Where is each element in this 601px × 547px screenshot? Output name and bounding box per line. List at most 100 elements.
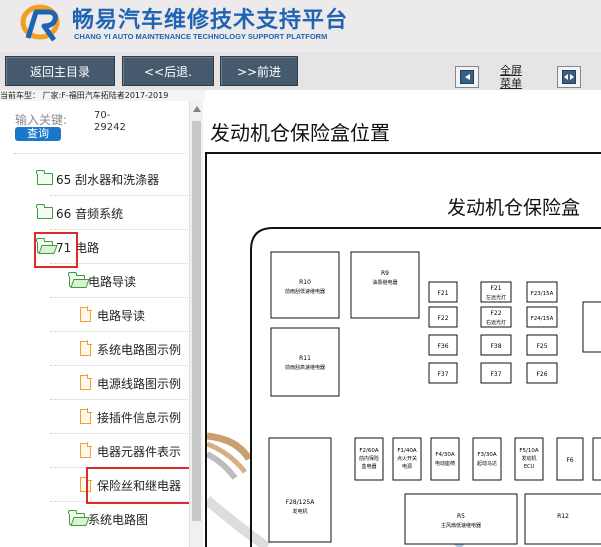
fuse-f37b-label: F37	[490, 371, 501, 378]
fuse-row-medium: F2/60A 前内保险 盒电器 F1/40A 点火开关 电源 F4/30A 电动…	[354, 437, 601, 481]
tree-item-label: 保险丝和继电器	[97, 479, 182, 493]
fuse-f4-label: F4/30A	[435, 452, 455, 458]
tree-item-system-diagram-example[interactable]: 系统电路图示例	[0, 332, 190, 366]
back-button[interactable]: <<后退.	[122, 56, 214, 86]
tree-item-65-wiper[interactable]: 65 刮水器和洗涤器	[0, 162, 190, 196]
document-icon	[80, 476, 92, 492]
fuse-f21-label: F21	[490, 285, 501, 292]
search-button[interactable]: 查询	[15, 127, 61, 141]
fuse-f37-label: F37	[437, 371, 448, 378]
tree-item-power-diagram-example[interactable]: 电源线路图示例	[0, 366, 190, 400]
fuse-f38-label: F38	[490, 343, 501, 350]
sidebar-scrollbar[interactable]	[189, 101, 203, 547]
fuse-f23-label: F23/15A	[531, 291, 554, 297]
sidebar: 输入关键: 70- 29242 查询 65 刮水器和洗涤器 66 音频系统 71…	[0, 101, 203, 547]
fuse-f24-label: F24/15A	[531, 316, 554, 322]
tree-item-label: 电路导读	[88, 275, 137, 289]
fuse-f1-desc1: 点火开关	[397, 455, 417, 462]
fuse-f3-label: F3/30A	[477, 452, 497, 458]
keyword-label: 输入关键:	[15, 113, 68, 127]
tree-item-label: 系统电路图示例	[97, 343, 182, 357]
relay-r9-label: R9	[381, 270, 389, 277]
expand-both-icon[interactable]	[557, 66, 581, 88]
document-icon	[80, 340, 92, 356]
fuse-f26-label: F26	[536, 371, 547, 378]
fuse-f28: F28/125A 发电机	[268, 437, 332, 543]
relay-r10-desc: 前雨刮低速继电器	[285, 288, 325, 295]
toolbar: 返回主目录 <<后退. >>前进 全屏 菜单	[0, 52, 601, 90]
folder-icon	[36, 170, 53, 185]
keyword-input[interactable]: 70- 29242	[94, 110, 126, 134]
tree-item-circuit-guide-folder[interactable]: 电路导读	[0, 264, 190, 298]
fuse-f5-label: F5/10A	[519, 448, 539, 454]
fuse-f6-label: F6	[566, 457, 573, 464]
relay-r10: R10 前雨刮低速继电器	[270, 251, 340, 319]
document-icon	[80, 408, 92, 424]
relay-r10-label: R10	[299, 279, 311, 286]
fullscreen-menu-link[interactable]: 全屏 菜单	[500, 64, 522, 90]
tree-item-label: 系统电路图	[88, 513, 149, 527]
tree-item-66-audio[interactable]: 66 音频系统	[0, 196, 190, 230]
fuse-f1-label: F1/40A	[397, 448, 417, 454]
fuse-f3-desc: 起动马达	[477, 460, 497, 467]
fuse-f22-label: F22	[490, 310, 501, 317]
home-button[interactable]: 返回主目录	[5, 56, 115, 86]
r-swoosh-logo-icon	[20, 4, 60, 42]
relay-r12-label: R12	[557, 513, 569, 520]
fuse-f28-desc: 发电机	[292, 508, 307, 515]
fuse-f22-a-label: F22	[437, 315, 448, 322]
relay-r5-desc: 主风扇低速继电器	[441, 522, 481, 529]
app-title: 畅易汽车维修技术支持平台	[72, 8, 349, 33]
folder-open-icon	[68, 272, 85, 287]
fuse-f2-label: F2/60A	[359, 448, 379, 454]
page-title: 发动机仓保险盒位置	[210, 121, 390, 145]
fuse-grid: F21 F22 F36 F37 F21 左远光灯 F22 右远光灯 F38 F3…	[428, 281, 601, 384]
fuse-f2-desc2: 盒电器	[361, 463, 376, 470]
fuse-f25-label: F25	[536, 343, 547, 350]
fuse-f28-label: F28/125A	[286, 499, 316, 506]
diagram-title: 发动机仓保险盒	[447, 197, 580, 219]
tree-item-label: 66 音频系统	[56, 207, 124, 221]
tree-item-71-circuit[interactable]: 71 电路	[0, 230, 190, 264]
tree-item-connector-info-example[interactable]: 接插件信息示例	[0, 400, 190, 434]
folder-open-icon	[36, 238, 53, 253]
collapse-left-icon[interactable]	[455, 66, 479, 88]
tree-item-circuit-guide-doc[interactable]: 电路导读	[0, 298, 190, 332]
relay-r11-desc: 前雨刮高速继电器	[285, 364, 325, 371]
fullscreen-label-line1: 全屏	[500, 64, 522, 77]
fuse-f21-a-label: F21	[437, 290, 448, 297]
folder-icon	[36, 204, 53, 219]
current-vehicle-text: 当前车型： 厂家:F-福田汽车拓陆者2017-2019	[0, 90, 205, 101]
fuse-f4-desc: 电动座椅	[435, 460, 455, 467]
relay-r12: R12	[524, 493, 601, 545]
document-icon	[80, 374, 92, 390]
tree-item-label: 电源线路图示例	[97, 377, 182, 391]
tree-item-label: 电器元器件表示	[97, 445, 182, 459]
search-divider	[14, 153, 186, 154]
fuse-f5-desc2: ECU	[524, 464, 535, 470]
tree-item-component-legend[interactable]: 电器元器件表示	[0, 434, 190, 468]
document-icon	[80, 442, 92, 458]
relay-r5: R5 主风扇低速继电器	[404, 493, 518, 545]
relay-r11-label: R11	[299, 355, 311, 362]
tree-item-label: 71 电路	[56, 241, 100, 255]
relay-r5-label: R5	[457, 513, 465, 520]
forward-button[interactable]: >>前进	[220, 56, 298, 86]
scrollbar-thumb[interactable]	[192, 121, 201, 521]
folder-open-icon	[68, 510, 85, 525]
app-header: 畅易汽车维修技术支持平台 CHANG YI AUTO MAINTENANCE T…	[0, 0, 601, 52]
relay-r11: R11 前雨刮高速继电器	[270, 327, 340, 397]
fuse-f5-desc1: 发动机	[521, 455, 536, 462]
relay-r9: R9 油泵继电器	[350, 251, 420, 319]
fuse-box-diagram: 发动机仓保险盒 R10 前雨刮低速继电器 R9 油泵继电器 R11 前雨刮高速继…	[207, 154, 601, 547]
document-icon	[80, 306, 92, 322]
relay-r9-desc: 油泵继电器	[372, 279, 397, 286]
fuse-f2-desc1: 前内保险	[359, 455, 379, 462]
scroll-up-arrow-icon[interactable]	[193, 106, 201, 112]
tree-item-system-diagrams-folder[interactable]: 系统电路图	[0, 502, 190, 536]
app-subtitle: CHANG YI AUTO MAINTENANCE TECHNOLOGY SUP…	[74, 32, 328, 41]
tree-item-fuses-relays[interactable]: 保险丝和继电器	[0, 468, 190, 502]
tree-item-label: 接插件信息示例	[97, 411, 182, 425]
fuse-f22-desc: 右远光灯	[486, 319, 506, 326]
fuse-f21-desc: 左远光灯	[486, 294, 506, 301]
